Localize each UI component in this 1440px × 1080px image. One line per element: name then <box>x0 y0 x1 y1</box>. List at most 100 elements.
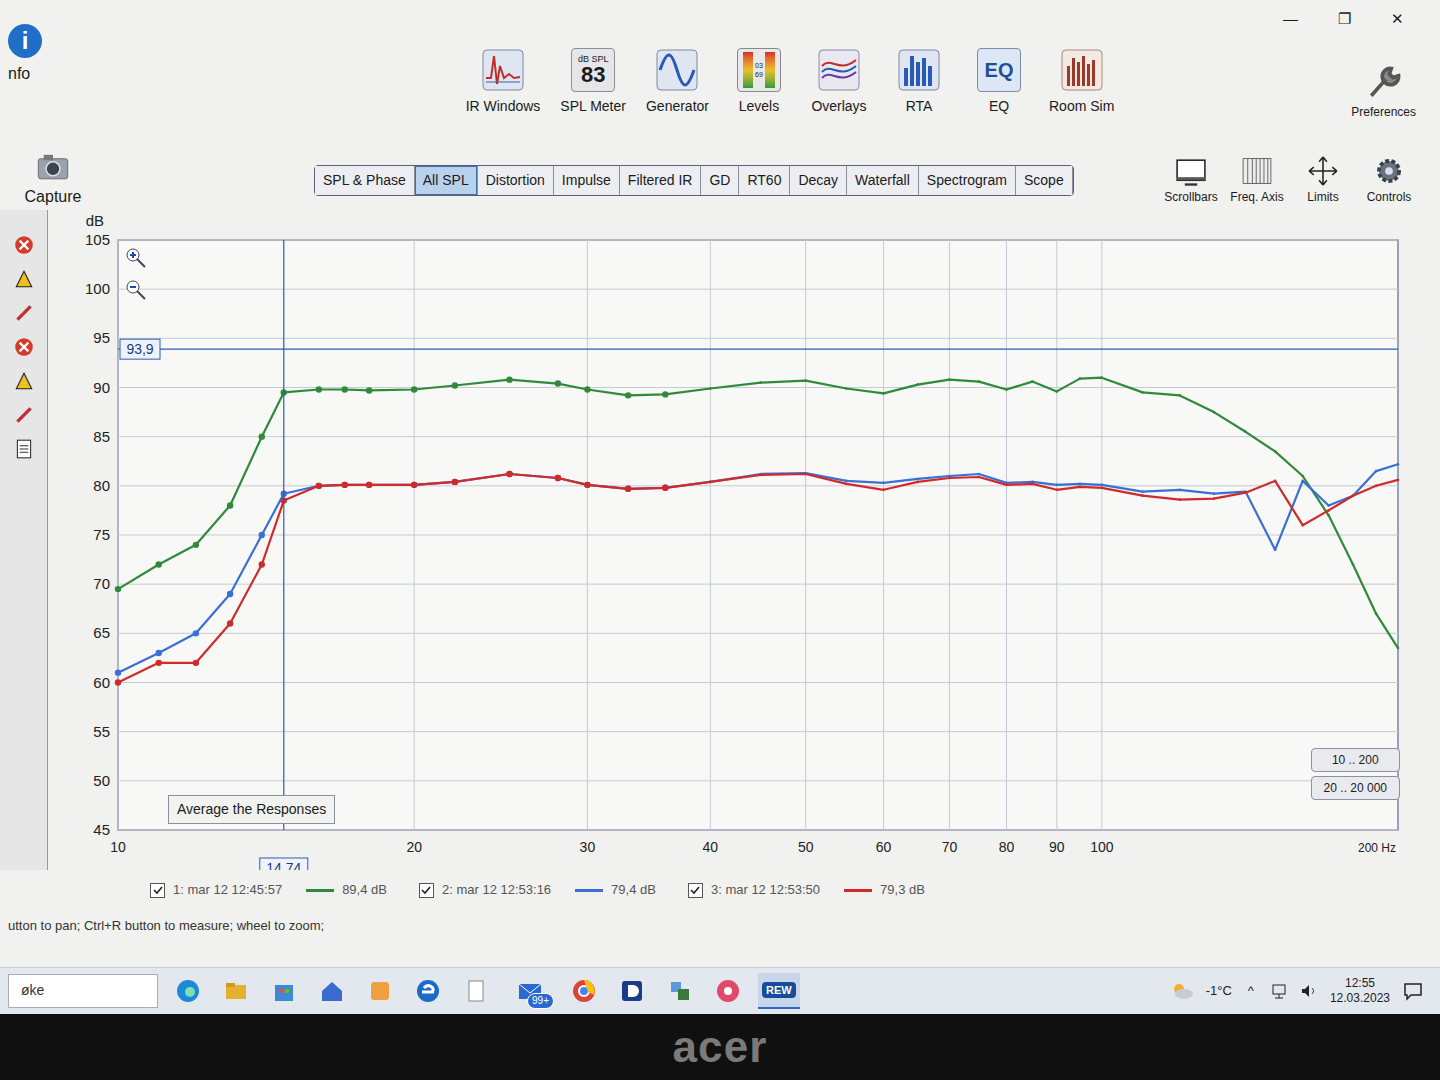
range-button[interactable]: 20 .. 20 000 <box>1311 776 1400 800</box>
graph-tab[interactable]: Spectrogram <box>919 166 1016 195</box>
graph-tab[interactable]: Waterfall <box>847 166 919 195</box>
pencil-icon[interactable] <box>13 404 35 426</box>
window-control-button[interactable]: ✕ <box>1387 8 1408 31</box>
delete-icon[interactable] <box>13 234 35 256</box>
ie-icon[interactable] <box>410 973 446 1009</box>
graph-tab[interactable]: RT60 <box>739 166 790 195</box>
series-point <box>978 473 981 476</box>
legend-item[interactable]: 2: mar 12 12:53:1679,4 dB <box>419 880 656 900</box>
capture-label: Capture <box>25 185 82 209</box>
view-tool-button[interactable]: Scrollbars <box>1164 154 1218 206</box>
edge-icon[interactable] <box>170 973 206 1009</box>
chrome-icon[interactable] <box>566 973 602 1009</box>
toolbar-button[interactable]: IR Windows <box>466 48 541 117</box>
legend-checkbox[interactable] <box>419 883 434 898</box>
rta-icon <box>897 48 941 92</box>
pencil-icon[interactable] <box>13 302 35 324</box>
zoom-in-icon[interactable] <box>124 246 148 270</box>
x-end-label: 200 Hz <box>1358 841 1396 855</box>
info-button[interactable]: info <box>8 8 108 86</box>
notification-icon[interactable] <box>1402 980 1424 1002</box>
series-point <box>804 379 807 382</box>
graph-tab[interactable]: Scope <box>1016 166 1073 195</box>
eq-icon: EQ <box>977 48 1021 92</box>
series-point <box>1079 483 1082 486</box>
series-point <box>882 482 885 485</box>
toolbar-button[interactable]: 0369Levels <box>729 48 789 117</box>
grid-line <box>118 436 1398 437</box>
clock[interactable]: 12:5512.03.2023 <box>1330 976 1390 1006</box>
legend-item[interactable]: 3: mar 12 12:53:5079,3 dB <box>688 880 925 900</box>
app-icon[interactable] <box>362 973 398 1009</box>
capture-button[interactable]: Capture <box>8 151 98 209</box>
toolbar-button[interactable]: dB SPL83SPL Meter <box>560 48 626 117</box>
rew-window: info IR Windows dB SPL83SPL Meter Generator… <box>0 0 1440 967</box>
legend-reading: 79,4 dB <box>611 880 656 900</box>
recorder-icon[interactable] <box>710 973 746 1009</box>
graph-tab[interactable]: Impulse <box>554 166 620 195</box>
folder-icon[interactable] <box>218 973 254 1009</box>
tray-expand-button[interactable]: ^ <box>1244 981 1258 1001</box>
scale-icon[interactable] <box>13 268 35 290</box>
legend-checkbox[interactable] <box>688 883 703 898</box>
x-tick: 20 <box>406 839 422 855</box>
network-icon[interactable] <box>1270 982 1288 1000</box>
series-point <box>1101 376 1104 379</box>
speaker-icon[interactable] <box>1300 982 1318 1000</box>
toolbar-button[interactable]: RTA <box>889 48 949 117</box>
document-icon[interactable] <box>458 973 494 1009</box>
dashlane-icon[interactable] <box>614 973 650 1009</box>
series-point <box>1213 411 1216 414</box>
graph-tab[interactable]: Decay <box>790 166 847 195</box>
legend-reading: 89,4 dB <box>342 880 387 900</box>
legend-checkbox[interactable] <box>150 883 165 898</box>
rew-taskbar-button[interactable]: REW <box>758 973 800 1009</box>
view-tool-button[interactable]: Limits <box>1296 154 1350 206</box>
window-control-button[interactable]: ❐ <box>1334 8 1355 31</box>
preferences-button[interactable]: Preferences <box>1351 63 1416 121</box>
notes-icon[interactable] <box>13 438 35 460</box>
scale-icon[interactable] <box>13 370 35 392</box>
legend-item[interactable]: 1: mar 12 12:45:5789,4 dB <box>150 880 387 900</box>
graph-tab[interactable]: GD <box>701 166 739 195</box>
toolbar-label: RTA <box>906 96 933 117</box>
taskbar-search[interactable]: øke <box>8 974 158 1008</box>
toolbar-button[interactable]: Room Sim <box>1049 48 1114 117</box>
series-point <box>193 542 199 548</box>
series-point <box>411 482 417 488</box>
graph-tab[interactable]: Distortion <box>478 166 554 195</box>
series-point <box>193 660 199 666</box>
graph-tab[interactable]: SPL & Phase <box>315 166 415 195</box>
toolbar-button[interactable]: Overlays <box>809 48 869 117</box>
window-controls: — ❐ ✕ <box>1279 8 1416 31</box>
y-tick: 75 <box>93 526 110 543</box>
window-control-button[interactable]: — <box>1279 8 1302 31</box>
roomsim-icon <box>1060 48 1104 92</box>
mail-icon[interactable]: 99+ <box>506 973 554 1009</box>
system-tray: -1°C^12:5512.03.2023 <box>1170 976 1432 1006</box>
home-icon[interactable] <box>314 973 350 1009</box>
series-point <box>1397 463 1400 466</box>
view-tool-button[interactable]: Controls <box>1362 154 1416 206</box>
average-button[interactable]: Average the Responses <box>168 795 335 824</box>
range-button[interactable]: 10 .. 200 <box>1311 748 1400 772</box>
toolbar-button[interactable]: Generator <box>646 48 709 117</box>
y-tick: 50 <box>93 772 110 789</box>
series-point <box>1079 377 1082 380</box>
graph-tab[interactable]: Filtered IR <box>620 166 702 195</box>
view-tool-label: Scrollbars <box>1164 188 1217 206</box>
series-point <box>115 679 121 685</box>
graph-tab[interactable]: All SPL <box>415 166 478 195</box>
view-tool-button[interactable]: Freq. Axis <box>1230 154 1284 206</box>
status-text: utton to pan; Ctrl+R button to measure; … <box>8 916 324 936</box>
store-icon[interactable] <box>266 973 302 1009</box>
series-line <box>118 474 1398 683</box>
toolbar-button[interactable]: EQEQ <box>969 48 1029 117</box>
series-point <box>1327 509 1330 512</box>
delete-icon[interactable] <box>13 336 35 358</box>
x-tick: 100 <box>1090 839 1114 855</box>
zoom-out-icon[interactable] <box>124 278 148 302</box>
grid-line <box>118 485 1398 486</box>
y-tick: 70 <box>93 575 110 592</box>
network-app-icon[interactable] <box>662 973 698 1009</box>
